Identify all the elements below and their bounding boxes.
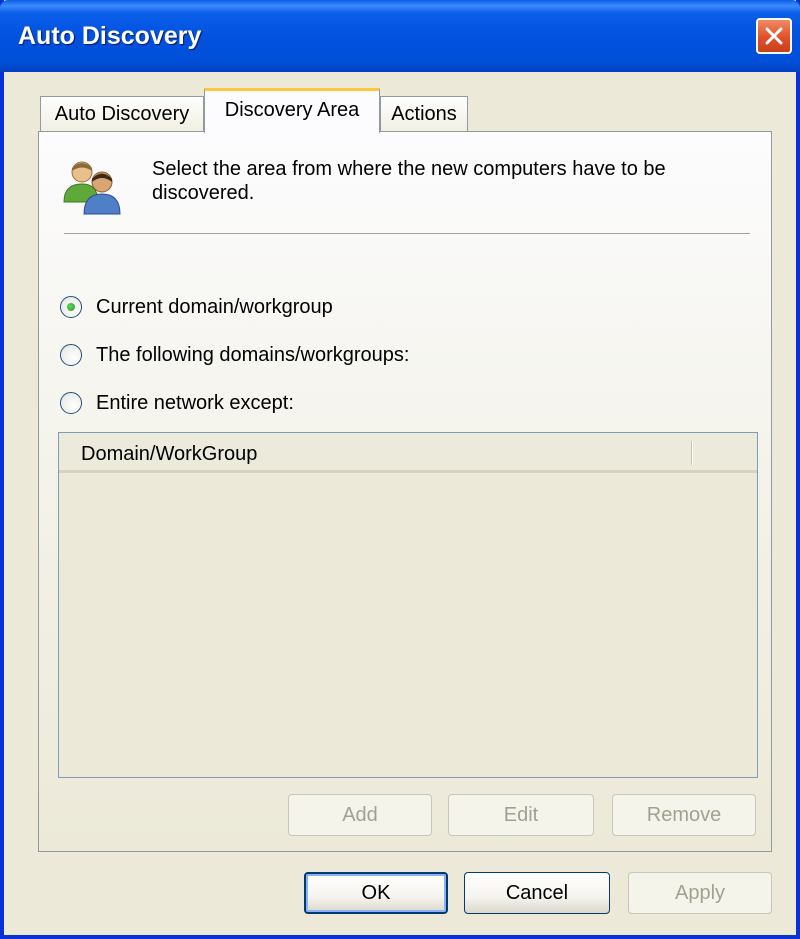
tab-label: Actions [391,103,457,125]
close-icon [765,27,783,45]
tab-actions[interactable]: Actions [380,96,468,132]
radio-circle[interactable] [60,392,82,414]
radio-circle[interactable] [60,344,82,366]
add-button[interactable]: Add [288,794,432,836]
radio-label: Current domain/workgroup [96,296,333,318]
column-divider[interactable] [691,441,692,465]
tab-label: Discovery Area [224,99,360,121]
ok-button[interactable]: OK [304,872,448,914]
users-icon [63,161,121,215]
cancel-button[interactable]: Cancel [464,872,610,914]
remove-button[interactable]: Remove [612,794,756,836]
title-bar[interactable]: Auto Discovery [0,0,800,72]
radio-label: The following domains/workgroups: [96,344,410,366]
apply-button[interactable]: Apply [628,872,772,914]
edit-button[interactable]: Edit [448,794,594,836]
panel-description: Select the area from where the new compu… [152,158,666,204]
radio-label: Entire network except: [96,392,294,414]
close-button[interactable] [756,18,792,54]
list-header: Domain/WorkGroup [59,433,757,473]
radio-circle[interactable] [60,296,82,318]
domain-list[interactable]: Domain/WorkGroup [58,432,758,778]
tab-auto-discovery[interactable]: Auto Discovery [40,96,204,132]
column-header-domain-workgroup[interactable]: Domain/WorkGroup [81,443,257,466]
window-title: Auto Discovery [18,22,202,50]
radio-selected-dot [67,303,75,311]
separator [64,233,750,234]
tab-discovery-area[interactable]: Discovery Area [204,88,380,133]
tab-label: Auto Discovery [54,103,190,125]
